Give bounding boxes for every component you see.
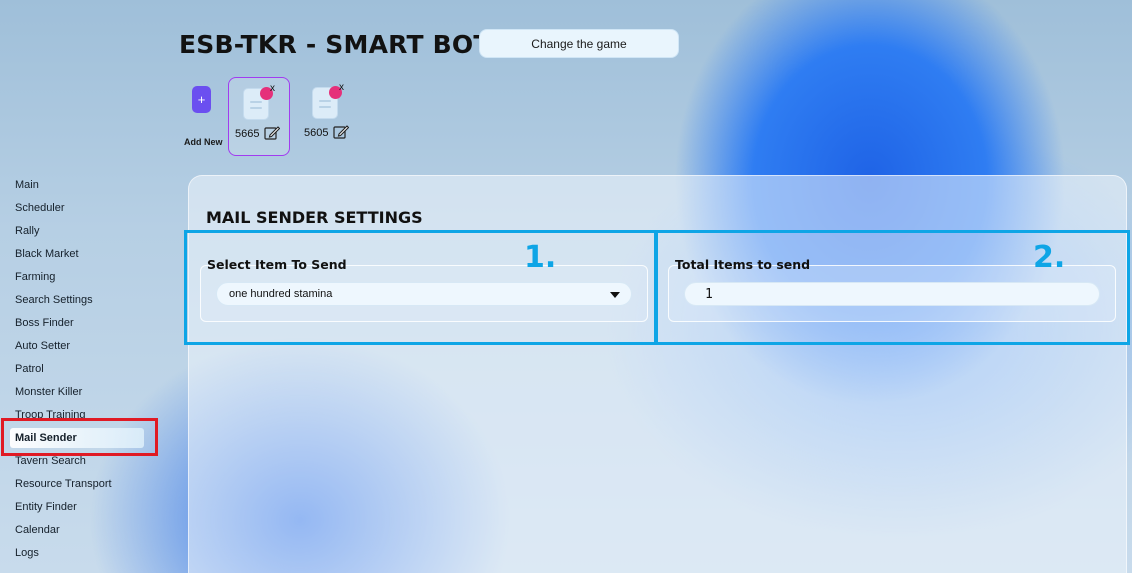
chevron-down-icon xyxy=(610,292,620,298)
step-one-annotation: 1. xyxy=(524,240,557,275)
sidebar-item-rally[interactable]: Rally xyxy=(15,225,39,237)
item-select-value: one hundred stamina xyxy=(229,288,333,300)
select-item-label: Select Item To Send xyxy=(207,257,347,272)
sidebar-item-mail-sender[interactable]: Mail Sender xyxy=(10,428,144,448)
profile-id: 5605 xyxy=(304,127,329,139)
edit-icon[interactable] xyxy=(333,125,349,139)
item-select-dropdown[interactable]: one hundred stamina xyxy=(216,282,632,306)
step-two-annotation: 2. xyxy=(1033,240,1066,275)
sidebar-item-logs[interactable]: Logs xyxy=(15,547,39,559)
sidebar-item-black-market[interactable]: Black Market xyxy=(15,248,79,260)
sidebar-item-troop-training[interactable]: Troop Training xyxy=(15,409,86,421)
sidebar-item-boss-finder[interactable]: Boss Finder xyxy=(15,317,74,329)
close-profile-icon[interactable]: x xyxy=(270,83,275,94)
total-items-label: Total Items to send xyxy=(675,257,811,272)
sidebar-item-search-settings[interactable]: Search Settings xyxy=(15,294,93,306)
edit-icon[interactable] xyxy=(264,126,280,140)
sidebar-item-entity-finder[interactable]: Entity Finder xyxy=(15,501,77,513)
sidebar-item-farming[interactable]: Farming xyxy=(15,271,55,283)
close-profile-icon[interactable]: x xyxy=(339,82,344,93)
sidebar-item-auto-setter[interactable]: Auto Setter xyxy=(15,340,70,352)
settings-panel xyxy=(188,175,1127,573)
sidebar-item-tavern-search[interactable]: Tavern Search xyxy=(15,455,86,467)
add-new-label: Add New xyxy=(184,137,223,147)
add-profile-button[interactable]: + xyxy=(192,86,211,113)
sidebar-item-main[interactable]: Main xyxy=(15,179,39,191)
app-title: ESB-TKR - SMART BOT xyxy=(179,30,491,59)
sidebar-item-resource-transport[interactable]: Resource Transport xyxy=(15,478,112,490)
sidebar-item-monster-killer[interactable]: Monster Killer xyxy=(15,386,82,398)
sidebar-item-calendar[interactable]: Calendar xyxy=(15,524,60,536)
page-title: MAIL SENDER SETTINGS xyxy=(206,208,423,227)
total-items-input[interactable] xyxy=(684,282,1100,306)
sidebar-item-scheduler[interactable]: Scheduler xyxy=(15,202,65,214)
change-game-button[interactable]: Change the game xyxy=(479,29,679,58)
sidebar-item-patrol[interactable]: Patrol xyxy=(15,363,44,375)
profile-card-5665[interactable]: x 5665 xyxy=(228,77,290,156)
profile-id: 5665 xyxy=(235,128,260,140)
profile-card-5605[interactable]: x 5605 xyxy=(298,77,360,156)
